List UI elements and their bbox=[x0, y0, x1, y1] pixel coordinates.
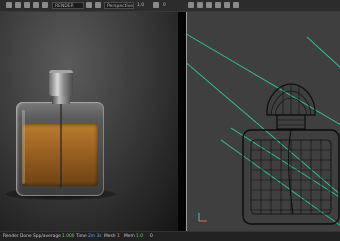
menu-icon[interactable] bbox=[6, 2, 12, 8]
viewport-icon[interactable] bbox=[86, 2, 92, 8]
wireframe-viewport[interactable] bbox=[186, 12, 340, 231]
camera-select[interactable]: Perspective bbox=[104, 1, 134, 9]
grid-icon[interactable] bbox=[197, 2, 203, 8]
wire-icon[interactable] bbox=[206, 2, 212, 8]
extra-value: 0 bbox=[150, 234, 153, 239]
app-window: RENDER Perspective 1.0 0 Render Done Spp… bbox=[0, 0, 340, 241]
perfume-bottle-render bbox=[14, 70, 108, 198]
bottle-cap bbox=[49, 70, 73, 96]
stop-icon[interactable] bbox=[42, 2, 48, 8]
mesh-label: Mesh bbox=[104, 234, 116, 239]
viewport-divider[interactable] bbox=[178, 12, 186, 231]
mem-label: Mem bbox=[124, 234, 135, 239]
wireframe-canvas bbox=[187, 33, 340, 226]
dip-tube bbox=[60, 104, 62, 188]
shading-icon[interactable] bbox=[215, 2, 221, 8]
render-info-value: 1.000 bbox=[62, 234, 75, 239]
folder-icon[interactable] bbox=[15, 2, 21, 8]
field-1[interactable]: 1.0 bbox=[137, 2, 144, 9]
light-icon[interactable] bbox=[233, 2, 239, 8]
camera-icon[interactable] bbox=[95, 2, 101, 8]
bottle-highlight bbox=[22, 110, 25, 184]
render-info-label: Spp/average bbox=[33, 234, 61, 239]
time-label: Time bbox=[76, 234, 87, 239]
render-icon[interactable] bbox=[33, 2, 39, 8]
mem-value: 1.0 bbox=[136, 234, 143, 239]
view-mode-select[interactable]: RENDER bbox=[52, 1, 84, 9]
render-viewport[interactable] bbox=[0, 12, 178, 231]
layout-icon[interactable] bbox=[188, 2, 194, 8]
axis-gizmo-icon bbox=[198, 213, 207, 222]
field-2[interactable]: 0 bbox=[163, 2, 166, 9]
mesh-value: 1 bbox=[117, 234, 120, 239]
time-value: 2m 3s bbox=[88, 234, 102, 239]
camera-view-icon[interactable] bbox=[224, 2, 230, 8]
settings-icon[interactable] bbox=[153, 2, 159, 8]
save-icon[interactable] bbox=[24, 2, 30, 8]
top-toolbar: RENDER Perspective 1.0 0 bbox=[0, 0, 340, 12]
render-status: Render Done bbox=[3, 234, 32, 239]
